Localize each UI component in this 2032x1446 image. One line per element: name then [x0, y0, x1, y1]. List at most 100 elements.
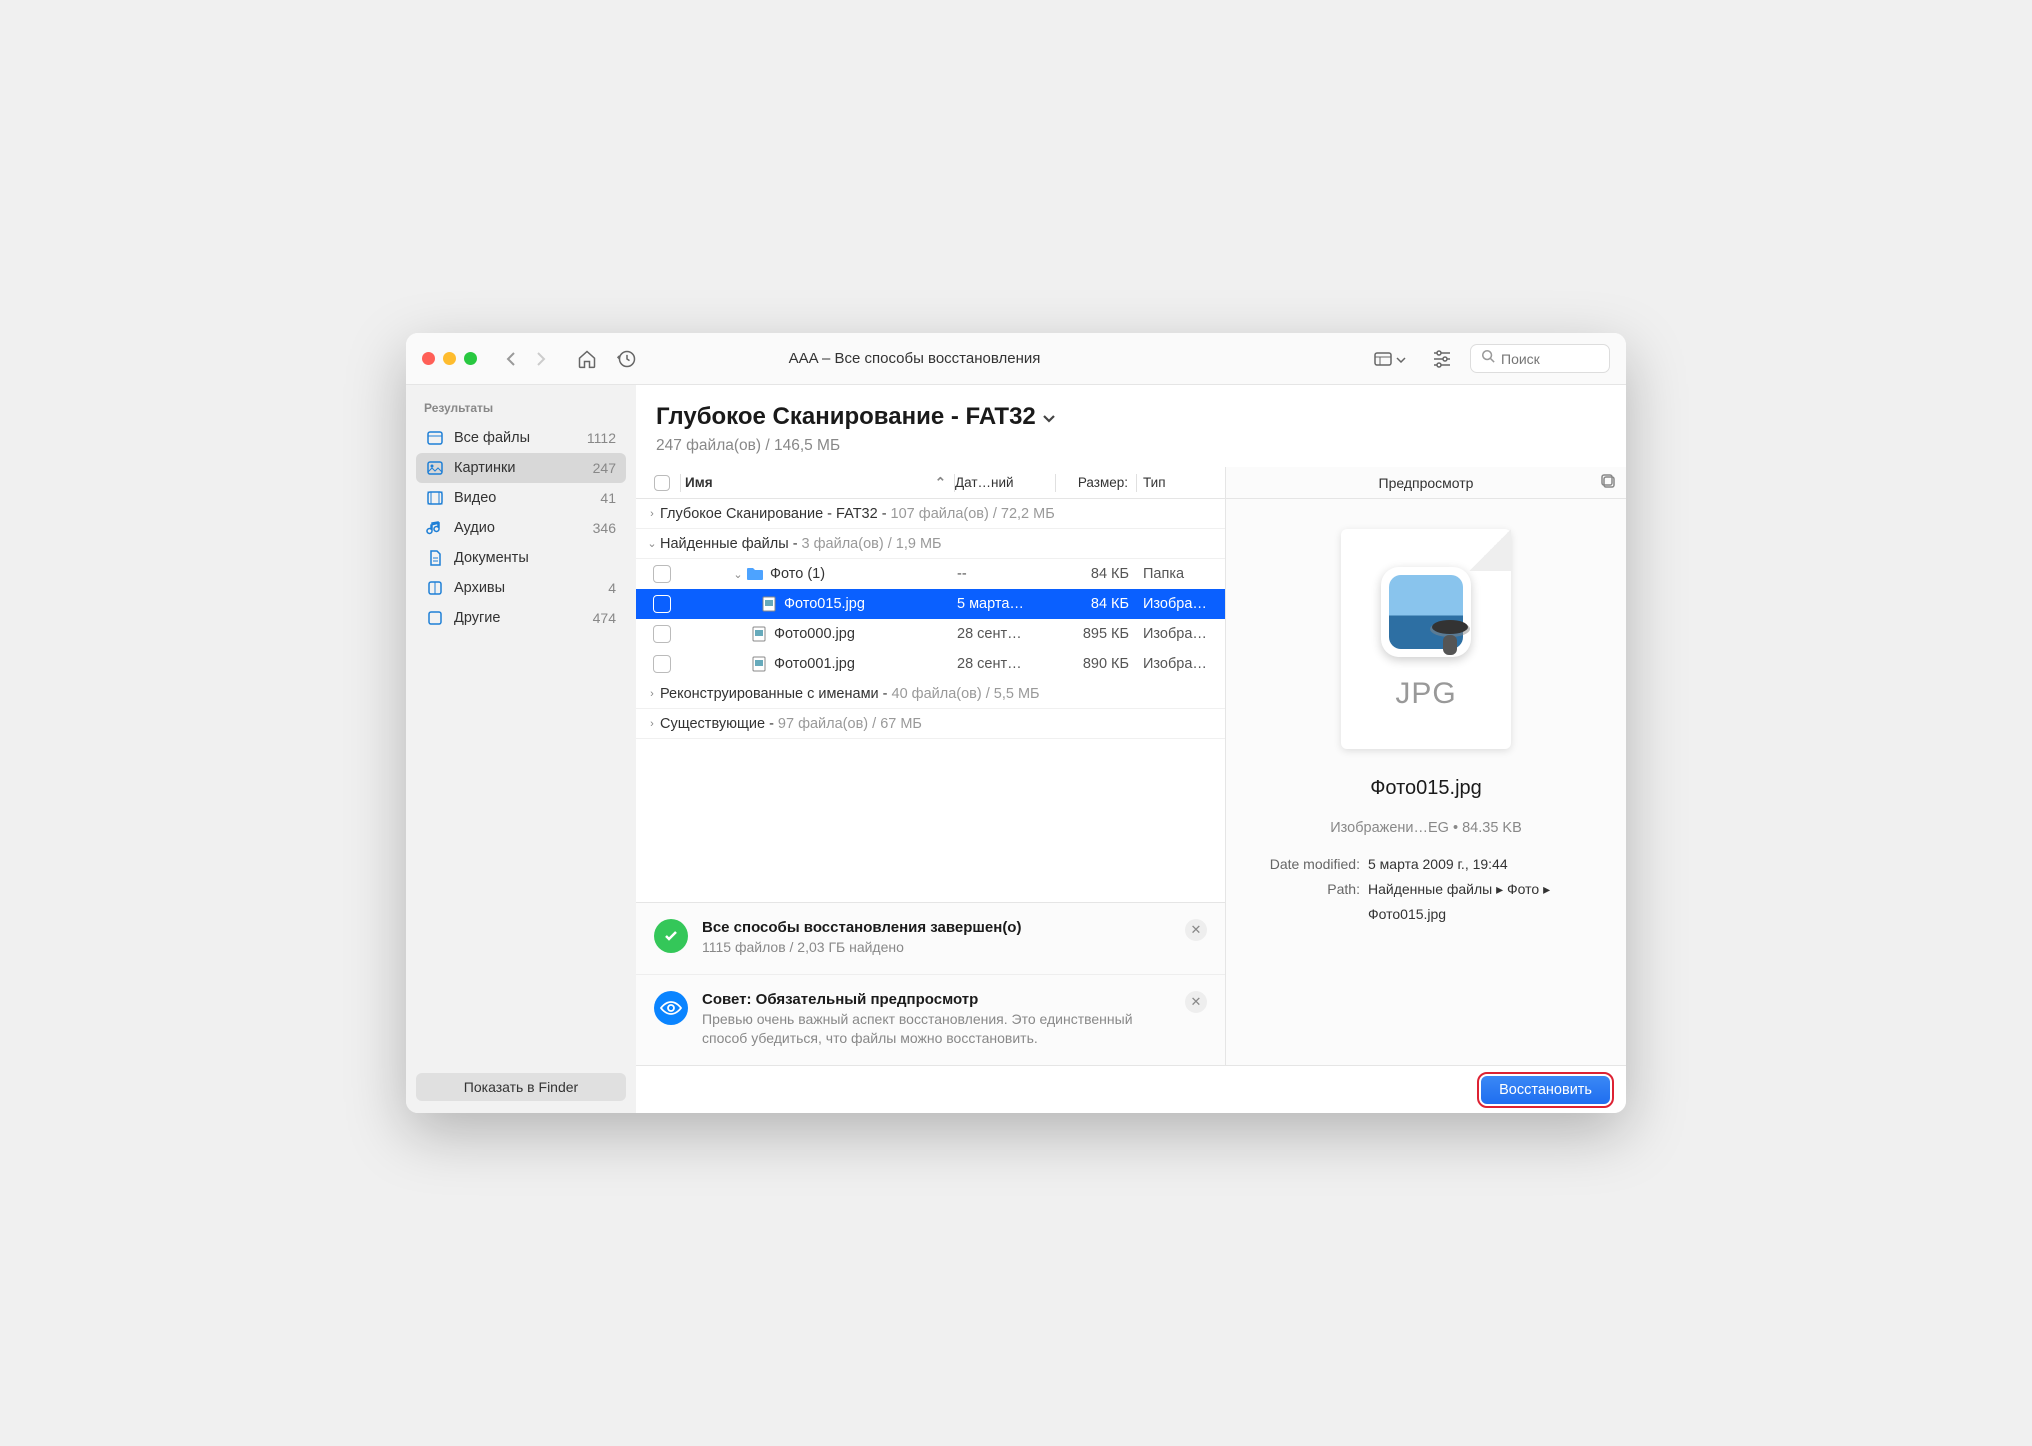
sidebar-item-pictures[interactable]: Картинки 247: [416, 453, 626, 483]
preview-panel: Предпросмотр: [1226, 467, 1626, 1065]
group-row[interactable]: ⌄ Найденные файлы - 3 файла(ов) / 1,9 МБ: [636, 529, 1225, 559]
main: Результаты Все файлы 1112 Картинки 247 В…: [406, 385, 1626, 1113]
minimize-window-button[interactable]: [443, 352, 456, 365]
file-date: 5 марта…: [957, 596, 1057, 612]
sidebar-item-label: Другие: [454, 610, 500, 626]
file-type: Папка: [1137, 566, 1217, 582]
sidebar-item-video[interactable]: Видео 41: [416, 483, 626, 513]
image-file-icon: [750, 625, 768, 643]
close-icon[interactable]: ✕: [1185, 919, 1207, 941]
close-icon[interactable]: ✕: [1185, 991, 1207, 1013]
status-tip-text: Превью очень важный аспект восстановлени…: [702, 1010, 1171, 1049]
file-extension-label: JPG: [1395, 677, 1456, 711]
group-row[interactable]: › Существующие - 97 файла(ов) / 67 МБ: [636, 709, 1225, 739]
other-icon: [426, 609, 444, 627]
file-size: 895 КБ: [1057, 626, 1137, 642]
titlebar: AAA – Все способы восстановления: [406, 333, 1626, 385]
split: Имя ⌃ Дат…ний Размер: Тип › Глубок: [636, 467, 1626, 1065]
file-date: 28 сент…: [957, 656, 1057, 672]
preview-app-icon: [1381, 567, 1471, 657]
column-type[interactable]: Тип: [1137, 475, 1217, 490]
row-checkbox[interactable]: [653, 625, 671, 643]
group-row[interactable]: › Глубокое Сканирование - FAT32 - 107 фа…: [636, 499, 1225, 529]
file-name: Фото001.jpg: [774, 656, 855, 672]
file-row[interactable]: ⌄Фото (1)--84 КБПапка: [636, 559, 1225, 589]
files-icon: [426, 429, 444, 447]
date-modified-label: Date modified:: [1250, 852, 1360, 877]
disclosure-icon: ⌄: [644, 537, 660, 550]
eye-icon: [654, 991, 688, 1025]
group-meta: 3 файла(ов) / 1,9 МБ: [802, 536, 942, 552]
sidebar-item-label: Аудио: [454, 520, 495, 536]
file-type: Изобра…: [1137, 656, 1217, 672]
sidebar-item-other[interactable]: Другие 474: [416, 603, 626, 633]
group-meta: 107 файла(ов) / 72,2 МБ: [891, 506, 1055, 522]
sidebar-item-count: 1112: [587, 430, 616, 446]
traffic-lights: [422, 352, 477, 365]
window-title: AAA – Все способы восстановления: [471, 350, 1358, 367]
content-header: Глубокое Сканирование - FAT32 247 файла(…: [636, 385, 1626, 467]
folder-icon: [746, 565, 764, 583]
search-icon: [1481, 349, 1495, 368]
sidebar-item-count: 4: [608, 580, 616, 596]
file-name: Фото000.jpg: [774, 626, 855, 642]
search-input[interactable]: [1501, 351, 1599, 367]
group-name: Найденные файлы -: [660, 536, 798, 552]
file-row[interactable]: Фото001.jpg 28 сент…890 КБИзобра…: [636, 649, 1225, 679]
column-size[interactable]: Размер:: [1056, 475, 1136, 490]
sidebar-item-archives[interactable]: Архивы 4: [416, 573, 626, 603]
chevron-down-icon: [1042, 403, 1056, 431]
disclosure-icon: ⌄: [730, 568, 746, 581]
column-checkbox[interactable]: [644, 475, 680, 491]
file-size: 84 КБ: [1057, 566, 1137, 582]
row-checkbox[interactable]: [653, 595, 671, 613]
image-file-icon: [760, 595, 778, 613]
group-name: Глубокое Сканирование - FAT32 -: [660, 506, 887, 522]
file-row[interactable]: Фото015.jpg 5 марта…84 КБИзобра…: [636, 589, 1225, 619]
sidebar-item-label: Все файлы: [454, 430, 530, 446]
recover-button[interactable]: Восстановить: [1481, 1076, 1610, 1104]
sidebar-item-audio[interactable]: Аудио 346: [416, 513, 626, 543]
file-size: 84 КБ: [1057, 596, 1137, 612]
scan-title[interactable]: Глубокое Сканирование - FAT32: [656, 403, 1606, 431]
search-field[interactable]: [1470, 344, 1610, 373]
group-meta: 40 файла(ов) / 5,5 МБ: [892, 686, 1040, 702]
close-window-button[interactable]: [422, 352, 435, 365]
preview-header-label: Предпросмотр: [1379, 475, 1474, 491]
status-done-text: 1115 файлов / 2,03 ГБ найдено: [702, 938, 1171, 958]
row-checkbox[interactable]: [653, 655, 671, 673]
file-date: --: [957, 566, 1057, 582]
disclosure-icon: ›: [644, 688, 660, 700]
status-tip-title: Совет: Обязательный предпросмотр: [702, 991, 1171, 1008]
image-file-icon: [750, 655, 768, 673]
file-size: 890 КБ: [1057, 656, 1137, 672]
column-name[interactable]: Имя ⌃: [681, 475, 954, 491]
sidebar-item-documents[interactable]: Документы: [416, 543, 626, 573]
content: Глубокое Сканирование - FAT32 247 файла(…: [636, 385, 1626, 1113]
sort-asc-icon: ⌃: [935, 475, 946, 491]
pictures-icon: [426, 459, 444, 477]
sidebar-item-count: 41: [600, 490, 616, 506]
chevron-down-icon: [1396, 350, 1406, 368]
show-in-finder-button[interactable]: Показать в Finder: [416, 1073, 626, 1101]
file-row[interactable]: Фото000.jpg28 сент…895 КБИзобра…: [636, 619, 1225, 649]
sidebar-item-label: Видео: [454, 490, 496, 506]
preview-meta: Изображени…EG • 84.35 KB: [1330, 820, 1522, 836]
column-date[interactable]: Дат…ний: [955, 475, 1055, 490]
file-type: Изобра…: [1137, 596, 1217, 612]
file-list[interactable]: › Глубокое Сканирование - FAT32 - 107 фа…: [636, 499, 1225, 902]
group-name: Реконструированные с именами -: [660, 686, 888, 702]
preview-header: Предпросмотр: [1226, 467, 1626, 499]
copy-icon[interactable]: [1600, 473, 1616, 492]
sidebar-item-label: Документы: [454, 550, 529, 566]
toolbar-right: [1366, 344, 1610, 373]
row-checkbox[interactable]: [653, 565, 671, 583]
documents-icon: [426, 549, 444, 567]
file-name: Фото015.jpg: [784, 596, 865, 612]
group-row[interactable]: › Реконструированные с именами - 40 файл…: [636, 679, 1225, 709]
status-tip-card: Совет: Обязательный предпросмотр Превью …: [636, 974, 1225, 1065]
view-mode-button[interactable]: [1366, 346, 1414, 372]
settings-button[interactable]: [1426, 345, 1458, 373]
sidebar-footer: Показать в Finder: [416, 1073, 626, 1101]
sidebar-item-all-files[interactable]: Все файлы 1112: [416, 423, 626, 453]
